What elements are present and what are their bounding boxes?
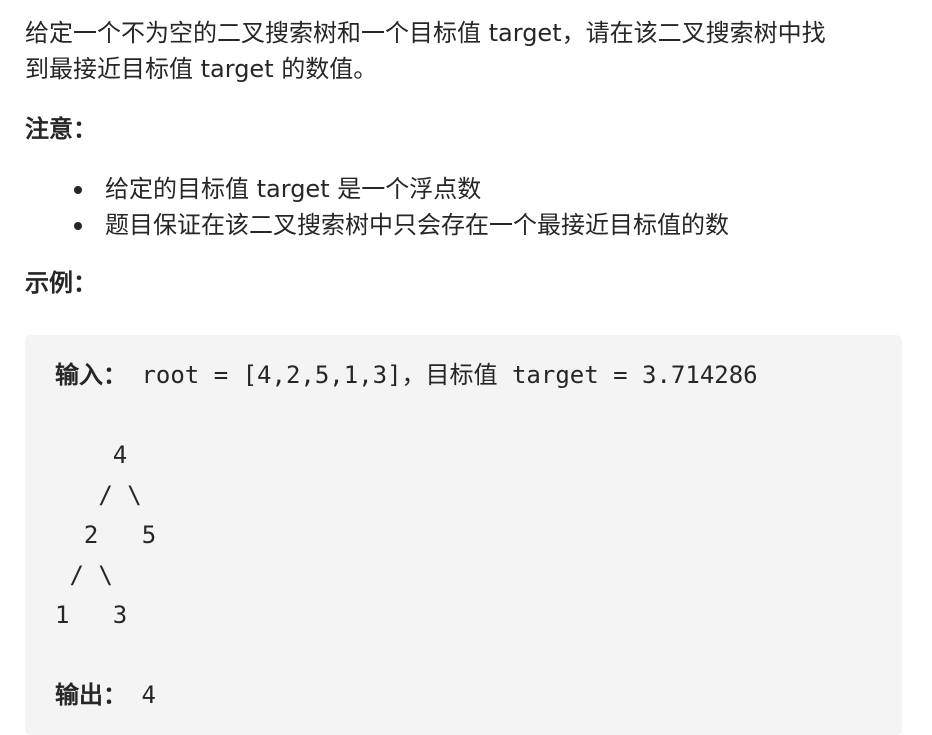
note-item-text: 题目保证在该二叉搜索树中只会存在一个最接近目标值的数 [105,211,729,239]
input-label: 输入： [55,361,127,389]
tree-line: 2 5 [55,521,157,549]
list-item: 给定的目标值 target 是一个浮点数 [25,171,905,207]
description-line-1: 给定一个不为空的二叉搜索树和一个目标值 target，请在该二叉搜索树中找 [25,19,826,47]
note-item-text: 给定的目标值 target 是一个浮点数 [105,175,482,203]
tree-line: / \ [55,481,142,509]
description-text: 给定一个不为空的二叉搜索树和一个目标值 target，请在该二叉搜索树中找 到最接… [25,0,905,87]
output-line: 输出： 4 [55,675,902,715]
note-list: 给定的目标值 target 是一个浮点数 题目保证在该二叉搜索树中只会存在一个最… [25,171,905,243]
tree-line: 1 3 [55,601,128,629]
example-heading: 示例： [25,269,97,297]
bullet-icon [74,222,82,230]
input-value: root = [4,2,5,1,3]，目标值 target = 3.714286 [127,361,758,389]
input-line: 输入： root = [4,2,5,1,3]，目标值 target = 3.71… [55,355,902,395]
list-item: 题目保证在该二叉搜索树中只会存在一个最接近目标值的数 [25,207,905,243]
bullet-icon [74,186,82,194]
problem-description: 给定一个不为空的二叉搜索树和一个目标值 target，请在该二叉搜索树中找 到最接… [25,0,905,301]
tree-line: / \ [55,561,113,589]
note-heading: 注意： [25,115,97,143]
description-line-2: 到最接近目标值 target 的数值。 [25,55,378,83]
tree-line: 4 [55,441,128,469]
output-value: 4 [127,681,156,709]
output-label: 输出： [55,681,127,709]
example-code-block: 输入： root = [4,2,5,1,3]，目标值 target = 3.71… [25,335,902,735]
